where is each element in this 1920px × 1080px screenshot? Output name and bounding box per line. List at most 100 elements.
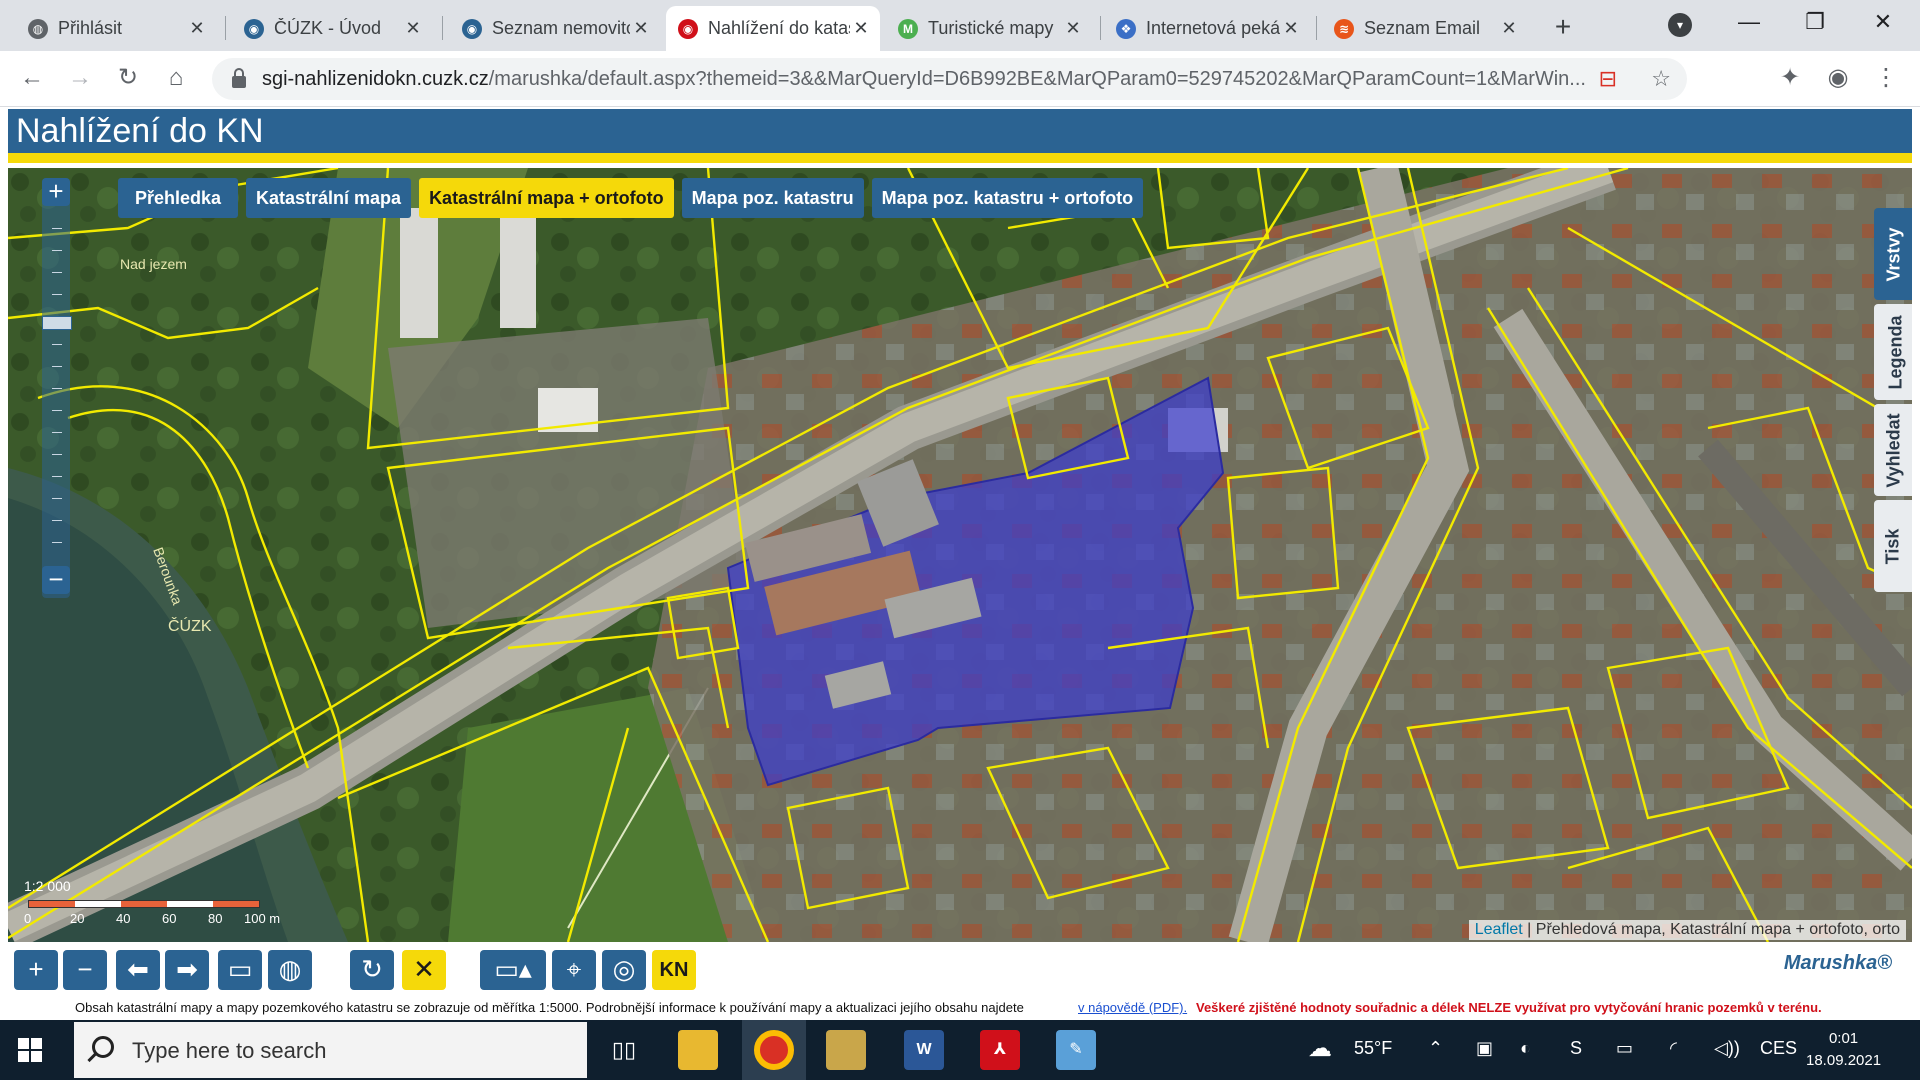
- mapy-icon: M: [898, 18, 918, 39]
- kn-button[interactable]: KN: [652, 950, 696, 990]
- close-icon[interactable]: ✕: [402, 18, 424, 39]
- header-accent-bar: [8, 153, 1912, 163]
- tab-title: Přihlásit: [58, 18, 123, 38]
- tab-title: Turistické mapy: [928, 18, 1054, 38]
- map-viewport[interactable]: Přehledka Katastrální mapa Katastrální m…: [8, 168, 1912, 942]
- map-tools-toolbar: + − ⬅ ➡ ▭ ◍ ↻ ✕ ▭▴ ⌖ ◎ KN Marushka®: [0, 942, 1920, 998]
- gps-icon[interactable]: ⌖: [552, 950, 596, 990]
- full-extent-globe-icon[interactable]: ◍: [268, 950, 312, 990]
- bookmark-star-icon[interactable]: ☆: [1651, 66, 1671, 92]
- refresh-button[interactable]: ↻: [350, 950, 394, 990]
- tab-prehledka[interactable]: Přehledka: [118, 178, 238, 218]
- tab-title: Seznam Email: [1364, 18, 1481, 38]
- tab-mapa-poz-katastru[interactable]: Mapa poz. katastru: [681, 178, 864, 218]
- tray-chevron-icon[interactable]: ⌃: [1428, 1038, 1443, 1059]
- zoom-slider-handle[interactable]: [42, 316, 72, 330]
- page-title: Nahlížení do KN: [16, 112, 264, 150]
- close-window-button[interactable]: ✕: [1850, 0, 1916, 44]
- reload-icon[interactable]: ↻: [110, 61, 146, 97]
- close-icon[interactable]: ✕: [1280, 18, 1302, 39]
- close-icon[interactable]: ✕: [1062, 18, 1084, 39]
- tab-title: ČÚZK - Úvod: [274, 18, 382, 38]
- word-icon[interactable]: W: [904, 1030, 944, 1070]
- search-placeholder: Type here to search: [132, 1038, 327, 1063]
- task-view-icon[interactable]: ▯▯: [604, 1030, 644, 1070]
- language-indicator[interactable]: CES: [1760, 1038, 1797, 1059]
- help-pdf-link[interactable]: v nápovědě (PDF).: [1078, 1000, 1187, 1015]
- acrobat-icon[interactable]: ⅄: [980, 1030, 1020, 1070]
- zoom-in-tool-button[interactable]: +: [14, 950, 58, 990]
- close-icon[interactable]: ✕: [186, 18, 208, 39]
- tab-title: Internetová pekárna: [1146, 18, 1280, 38]
- windows-start-icon[interactable]: [18, 1038, 42, 1062]
- browser-tab-strip: ◍ Přihlásit ✕ ◉ ČÚZK - Úvod ✕ ◉ Seznam n…: [0, 0, 1920, 51]
- site-info-icon[interactable]: ⊟: [1599, 66, 1617, 92]
- back-icon[interactable]: ←: [14, 61, 50, 97]
- browser-tab[interactable]: ❖ Internetová pekárna ✕: [1104, 6, 1310, 51]
- minimize-button[interactable]: —: [1716, 0, 1782, 44]
- weather-temp[interactable]: 55°F: [1354, 1038, 1392, 1059]
- orthophoto-map[interactable]: [8, 168, 1912, 942]
- tab-search-icon[interactable]: ▾: [1668, 13, 1692, 37]
- close-icon[interactable]: ✕: [630, 18, 652, 39]
- teams-icon[interactable]: ▣: [1476, 1038, 1493, 1059]
- close-icon[interactable]: ✕: [850, 18, 872, 39]
- profile-avatar-icon[interactable]: ◉: [1820, 61, 1856, 97]
- pan-left-button[interactable]: ⬅: [116, 950, 160, 990]
- extensions-icon[interactable]: ✦: [1772, 61, 1808, 97]
- browser-tab-active[interactable]: ◉ Nahlížení do katastru ✕: [666, 6, 880, 51]
- volume-icon[interactable]: ◁)): [1714, 1038, 1740, 1059]
- taskbar-search-input[interactable]: Type here to search: [74, 1022, 587, 1078]
- address-bar[interactable]: sgi-nahlizenidokn.cuzk.cz/marushka/defau…: [212, 58, 1687, 100]
- forward-icon[interactable]: →: [62, 61, 98, 97]
- zoom-rectangle-button[interactable]: ▭: [218, 950, 262, 990]
- new-tab-button[interactable]: +: [1545, 10, 1581, 46]
- app-header: Nahlížení do KN: [8, 109, 1912, 153]
- seznam-icon: ≋: [1334, 18, 1354, 39]
- map-attribution: Leaflet | Přehledová mapa, Katastrální m…: [1468, 920, 1906, 940]
- wifi-icon[interactable]: ◜: [1670, 1038, 1677, 1059]
- tab-title: Nahlížení do katastru: [708, 18, 850, 38]
- clear-selection-button[interactable]: ✕: [402, 950, 446, 990]
- side-tab-tisk[interactable]: Tisk: [1874, 500, 1912, 592]
- tab-katastralni-mapa-ortofoto[interactable]: Katastrální mapa + ortofoto: [419, 178, 674, 218]
- browser-tab[interactable]: ◉ Seznam nemovitostí ✕: [450, 6, 660, 51]
- browser-toolbar: ← → ↻ ⌂ sgi-nahlizenidokn.cuzk.cz/marush…: [0, 51, 1920, 107]
- browser-tab[interactable]: ◍ Přihlásit ✕: [16, 6, 216, 51]
- home-icon[interactable]: ⌂: [158, 61, 194, 97]
- browser-tab[interactable]: ≋ Seznam Email ✕: [1322, 6, 1528, 51]
- measure-tool-button[interactable]: ▭▴: [480, 950, 546, 990]
- browser-tab[interactable]: ◉ ČÚZK - Úvod ✕: [232, 6, 432, 51]
- tab-mapa-poz-katastru-ortofoto[interactable]: Mapa poz. katastru + ortofoto: [871, 178, 1144, 218]
- map-footnote: Obsah katastrální mapy a mapy pozemkovéh…: [0, 998, 1920, 1020]
- tab-title: Seznam nemovitostí: [492, 18, 630, 38]
- leaflet-link[interactable]: Leaflet: [1475, 921, 1523, 938]
- paint-icon[interactable]: ✎: [1056, 1030, 1096, 1070]
- restore-button[interactable]: ❐: [1782, 0, 1848, 44]
- cuzk-icon: ◉: [244, 18, 264, 39]
- zoom-out-button[interactable]: −: [42, 566, 70, 594]
- zoom-out-tool-button[interactable]: −: [63, 950, 107, 990]
- side-tab-legenda[interactable]: Legenda: [1874, 304, 1912, 400]
- archive-app-icon[interactable]: [826, 1030, 866, 1070]
- browser-tab[interactable]: M Turistické mapy ✕: [886, 6, 1092, 51]
- menu-kebab-icon[interactable]: ⋮: [1868, 61, 1904, 97]
- battery-icon[interactable]: ▭: [1616, 1038, 1633, 1059]
- tab-katastralni-mapa[interactable]: Katastrální mapa: [246, 178, 412, 218]
- zoom-in-button[interactable]: +: [42, 178, 70, 206]
- weather-cloud-icon[interactable]: ☁: [1308, 1034, 1332, 1063]
- locate-target-icon[interactable]: ◎: [602, 950, 646, 990]
- chrome-icon[interactable]: [754, 1030, 794, 1070]
- pan-right-button[interactable]: ➡: [165, 950, 209, 990]
- side-tab-vrstvy[interactable]: Vrstvy: [1874, 208, 1912, 300]
- file-explorer-icon[interactable]: [678, 1030, 718, 1070]
- map-label-nad-jezem: Nad jezem: [120, 256, 187, 272]
- side-tab-vyhledat[interactable]: Vyhledat: [1874, 404, 1912, 496]
- map-layer-tabs: Přehledka Katastrální mapa Katastrální m…: [118, 178, 1144, 218]
- close-icon[interactable]: ✕: [1498, 18, 1520, 39]
- taskbar-clock[interactable]: 0:01 18.09.2021: [1806, 1028, 1881, 1072]
- scale-bar-graphic: [28, 900, 260, 908]
- lock-icon[interactable]: [232, 68, 246, 88]
- skype-icon[interactable]: S: [1570, 1038, 1582, 1059]
- tray-app-icon[interactable]: ◐: [1520, 1038, 1531, 1059]
